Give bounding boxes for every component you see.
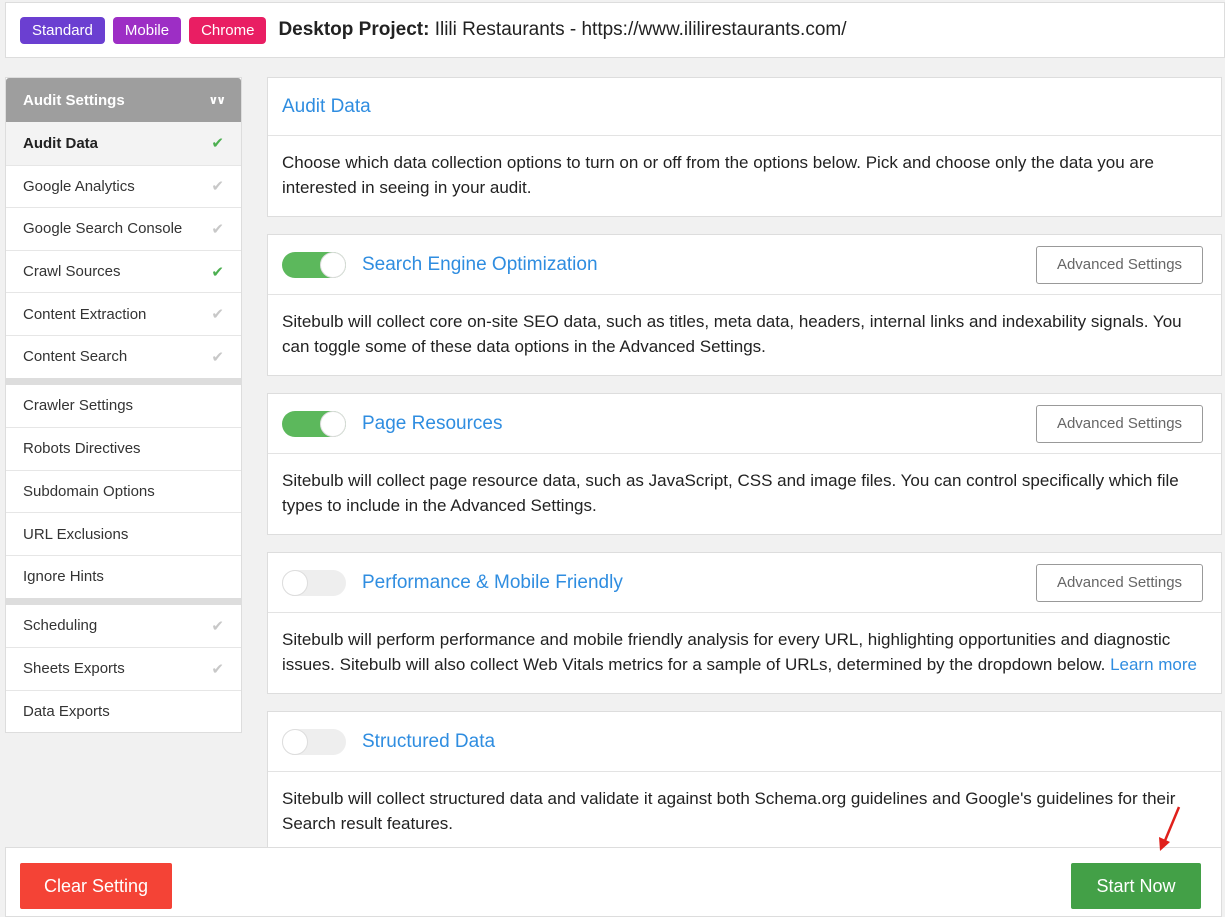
main-content[interactable]: Audit Data Choose which data collection … (267, 77, 1222, 847)
toggle-knob (320, 410, 346, 437)
sidebar-item-label: Audit Data (23, 134, 98, 152)
sidebar-item-google-search-console[interactable]: Google Search Console ✔ (6, 207, 241, 250)
toggle-knob (320, 251, 346, 278)
check-icon: ✔ (211, 617, 224, 635)
mobile-badge[interactable]: Mobile (112, 16, 182, 44)
card-title: Performance & Mobile Friendly (362, 571, 623, 593)
action-footer: Clear Setting Start Now (5, 847, 1222, 917)
check-icon: ✔ (211, 135, 224, 153)
toggle-knob (282, 728, 308, 755)
card-title: Audit Data (282, 95, 371, 117)
card-description: Sitebulb will collect structured data an… (282, 789, 1176, 833)
sidebar-group-audit: Audit Settings ∨∨ Audit Data ✔ Google An… (5, 77, 242, 379)
advanced-settings-button[interactable]: Advanced Settings (1036, 404, 1203, 443)
sidebar-item-data-exports[interactable]: Data Exports (6, 689, 241, 733)
sidebar-item-label: Sheets Exports (23, 660, 125, 678)
sidebar-item-label: Ignore Hints (23, 568, 104, 586)
card-description: Sitebulb will collect page resource data… (282, 471, 1179, 515)
check-icon: ✔ (211, 220, 224, 238)
sidebar-item-label: Robots Directives (23, 440, 141, 458)
performance-card: Performance & Mobile Friendly Advanced S… (267, 552, 1222, 694)
card-description: Choose which data collection options to … (282, 153, 1154, 197)
advanced-settings-button[interactable]: Advanced Settings (1036, 245, 1203, 284)
sidebar-item-label: Google Search Console (23, 220, 183, 238)
sidebar-item-label: URL Exclusions (23, 525, 129, 543)
sidebar-item-sheets-exports[interactable]: Sheets Exports ✔ (6, 647, 241, 690)
check-icon: ✔ (211, 178, 224, 196)
double-chevron-down-icon[interactable]: ∨∨ (209, 93, 226, 107)
sidebar-title: Audit Settings (23, 91, 125, 109)
sidebar-item-label: Data Exports (23, 703, 110, 721)
chrome-badge[interactable]: Chrome (189, 16, 267, 44)
sidebar-item-label: Content Extraction (23, 305, 147, 323)
card-header: Performance & Mobile Friendly Advanced S… (268, 553, 1221, 613)
settings-sidebar: Audit Settings ∨∨ Audit Data ✔ Google An… (5, 77, 242, 734)
learn-more-link[interactable]: Learn more (1110, 655, 1197, 674)
start-now-button[interactable]: Start Now (1071, 863, 1201, 909)
seo-card: Search Engine Optimization Advanced Sett… (267, 234, 1222, 376)
check-icon: ✔ (211, 263, 224, 281)
clear-setting-button[interactable]: Clear Setting (20, 863, 172, 909)
card-title: Search Engine Optimization (362, 253, 598, 275)
red-arrow-icon (1159, 806, 1181, 851)
toggle-knob (282, 569, 308, 596)
advanced-settings-button[interactable]: Advanced Settings (1036, 563, 1203, 602)
card-description: Sitebulb will perform performance and mo… (268, 613, 1221, 693)
seo-toggle[interactable] (282, 251, 346, 278)
sidebar-item-label: Google Analytics (23, 177, 135, 195)
project-value: Ilili Restaurants - https://www.ililires… (434, 19, 847, 40)
sidebar-group-crawler: Crawler Settings Robots Directives Subdo… (5, 378, 242, 599)
card-header: Audit Data (268, 78, 1221, 136)
card-description-text: Sitebulb will perform performance and mo… (282, 630, 1171, 674)
check-icon: ✔ (211, 348, 224, 366)
card-description: Sitebulb will collect core on-site SEO d… (282, 312, 1182, 356)
sidebar-item-crawler-settings[interactable]: Crawler Settings (6, 385, 241, 428)
sidebar-item-label: Crawl Sources (23, 263, 121, 281)
sidebar-item-audit-data[interactable]: Audit Data ✔ (6, 122, 241, 165)
sidebar-item-subdomain-options[interactable]: Subdomain Options (6, 469, 241, 513)
structured-data-toggle[interactable] (282, 728, 346, 755)
sidebar-item-label: Subdomain Options (23, 483, 155, 501)
project-label: Desktop Project: (278, 19, 430, 40)
sidebar-item-content-extraction[interactable]: Content Extraction ✔ (6, 292, 241, 335)
sidebar-header[interactable]: Audit Settings ∨∨ (6, 78, 241, 122)
sidebar-item-label: Scheduling (23, 617, 98, 635)
sidebar-item-label: Content Search (23, 348, 128, 366)
sidebar-item-scheduling[interactable]: Scheduling ✔ (6, 605, 241, 648)
card-header: Search Engine Optimization Advanced Sett… (268, 235, 1221, 295)
sidebar-item-label: Crawler Settings (23, 397, 134, 415)
check-icon: ✔ (211, 306, 224, 324)
sidebar-item-ignore-hints[interactable]: Ignore Hints (6, 554, 241, 598)
card-title: Page Resources (362, 412, 503, 434)
sidebar-item-url-exclusions[interactable]: URL Exclusions (6, 512, 241, 555)
sidebar-item-crawl-sources[interactable]: Crawl Sources ✔ (6, 249, 241, 293)
sidebar-item-robots-directives[interactable]: Robots Directives (6, 427, 241, 470)
structured-data-card: Structured Data Sitebulb will collect st… (267, 711, 1222, 847)
card-header: Page Resources Advanced Settings (268, 394, 1221, 454)
page-resources-toggle[interactable] (282, 410, 346, 437)
audit-data-card: Audit Data Choose which data collection … (267, 77, 1222, 217)
sidebar-group-exports: Scheduling ✔ Sheets Exports ✔ Data Expor… (5, 598, 242, 734)
card-header: Structured Data (268, 712, 1221, 772)
project-title: Desktop Project: Ilili Restaurants - htt… (278, 19, 846, 41)
sidebar-item-content-search[interactable]: Content Search ✔ (6, 334, 241, 378)
page-resources-card: Page Resources Advanced Settings Sitebul… (267, 393, 1222, 535)
standard-badge[interactable]: Standard (20, 16, 105, 44)
performance-toggle[interactable] (282, 569, 346, 596)
project-header: Standard Mobile Chrome Desktop Project: … (5, 2, 1225, 58)
card-title: Structured Data (362, 730, 496, 752)
sidebar-item-google-analytics[interactable]: Google Analytics ✔ (6, 164, 241, 208)
check-icon: ✔ (211, 660, 224, 678)
